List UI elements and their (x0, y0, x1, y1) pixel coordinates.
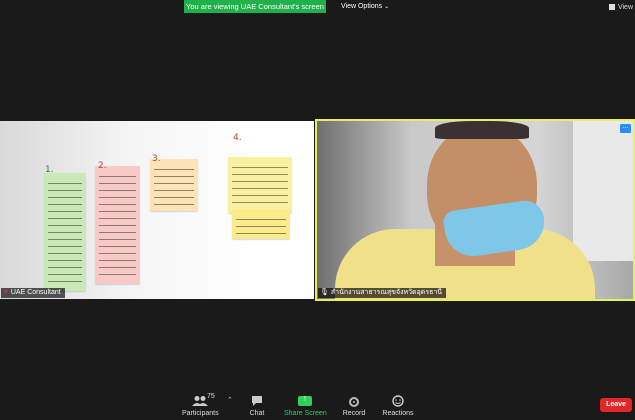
record-icon (349, 397, 359, 407)
record-label: Record (342, 410, 366, 417)
share-screen-icon (298, 393, 312, 406)
viewing-banner: You are viewing UAE Consultant's screen (184, 0, 326, 13)
view-button[interactable]: View (608, 4, 633, 11)
participant-name-tag: 🎙 สำนักงานสาธารณสุขจังหวัดอุดรธานี (318, 288, 447, 298)
participant-count: 75 (207, 393, 215, 400)
chat-icon (252, 396, 262, 406)
sticky-paper (95, 166, 140, 284)
participant-name: UAE Consultant (10, 289, 61, 296)
sticky-label: 2. (98, 161, 107, 171)
view-options-button[interactable]: View Options ⌄ (336, 0, 394, 13)
reactions-button[interactable]: Reactions (381, 395, 415, 417)
sticky-paper (150, 159, 198, 211)
video-tile-uae-consultant[interactable]: 1. 2. 3. 4. ✕ UAE Consultant (0, 121, 314, 299)
sticky-paper (44, 173, 86, 291)
sticky-label: 1. (45, 165, 54, 175)
participant-name: สำนักงานสาธารณสุขจังหวัดอุดรธานี (330, 289, 443, 296)
video-tile-active-speaker[interactable]: ... 🎙 สำนักงานสาธารณสุขจังหวัดอุดรธานี (315, 119, 635, 301)
reactions-icon (392, 395, 404, 407)
sticky-label: 4. (233, 133, 242, 143)
sticky-paper (232, 209, 290, 239)
sticky-paper (228, 157, 292, 213)
leave-button[interactable]: Leave (600, 398, 632, 412)
participants-label: Participants (182, 410, 219, 417)
chevron-up-icon[interactable]: ⌃ (227, 396, 233, 404)
share-screen-button[interactable]: Share Screen (284, 393, 327, 417)
chat-label: Chat (249, 410, 265, 417)
chevron-down-icon: ⌄ (384, 4, 390, 10)
share-screen-label: Share Screen (284, 410, 327, 417)
mic-icon: 🎙 (320, 289, 329, 296)
person-hair (435, 121, 529, 139)
mic-muted-icon: ✕ (3, 289, 9, 296)
meeting-toolbar: 75 Participants ⌃ Chat Share Screen Reco… (0, 378, 635, 420)
participants-button[interactable]: 75 Participants (182, 393, 219, 417)
chat-button[interactable]: Chat (244, 395, 270, 417)
participant-name-tag: ✕ UAE Consultant (1, 288, 65, 298)
participants-icon (192, 396, 208, 406)
view-options-label: View Options (341, 3, 383, 10)
view-button-label: View (617, 4, 633, 11)
record-button[interactable]: Record (340, 397, 368, 417)
grid-view-icon (608, 4, 615, 10)
more-options-button[interactable]: ... (620, 123, 631, 133)
sticky-label: 3. (152, 154, 161, 164)
reactions-label: Reactions (382, 410, 414, 417)
window-light (573, 121, 633, 261)
